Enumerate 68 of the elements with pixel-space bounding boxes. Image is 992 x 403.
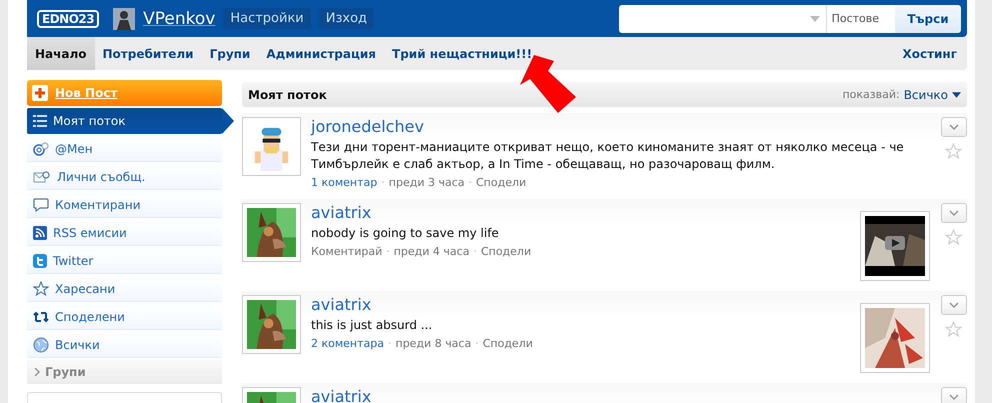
- user-avatar-icon: [113, 8, 136, 30]
- stream-title: Моят поток: [248, 88, 327, 102]
- action-link[interactable]: Коментирай: [311, 245, 382, 258]
- timestamp[interactable]: преди 4 часа: [394, 245, 470, 258]
- star-icon[interactable]: [945, 321, 962, 338]
- nav-tab[interactable]: Потребители: [94, 37, 202, 70]
- star-icon[interactable]: [945, 229, 962, 246]
- search-button[interactable]: Търси: [895, 4, 961, 32]
- header-link[interactable]: Настройки: [223, 8, 311, 29]
- speech-bubble-icon: [33, 198, 49, 212]
- username-link[interactable]: VPenkov: [143, 8, 216, 28]
- chevron-icon: [948, 124, 958, 130]
- groups-header[interactable]: Групи: [27, 360, 222, 384]
- author-link[interactable]: joronedelchev: [311, 117, 930, 136]
- post-text: nobody is going to save my life: [311, 225, 500, 242]
- separator-dot: ·: [386, 245, 390, 258]
- author-link[interactable]: aviatrix: [311, 203, 850, 222]
- nav-tab[interactable]: Начало: [27, 37, 95, 70]
- separator-dot: ·: [468, 176, 472, 189]
- globe-icon: [33, 336, 49, 352]
- thumbnail[interactable]: [860, 211, 930, 281]
- twitter-icon: [33, 254, 47, 268]
- mention-icon: [33, 142, 49, 156]
- timestamp[interactable]: преди 3 часа: [388, 176, 464, 189]
- chevron-icon: [948, 394, 958, 400]
- nav-tab[interactable]: Трий нещастници!!!: [384, 37, 540, 70]
- separator-dot: ·: [381, 176, 385, 189]
- avatar[interactable]: [242, 295, 301, 354]
- sidebar-item[interactable]: Моят поток: [27, 108, 222, 134]
- dropdown-button[interactable]: [940, 203, 966, 223]
- nav-link[interactable]: Хостинг: [902, 37, 957, 70]
- avatar[interactable]: [242, 117, 301, 176]
- rss-icon: [33, 226, 47, 240]
- plus-icon: [32, 85, 48, 101]
- nav-tab[interactable]: Групи: [202, 37, 258, 70]
- caret-icon: [810, 16, 820, 22]
- envelope-icon: [33, 170, 51, 184]
- separator-dot: ·: [475, 337, 479, 350]
- star-icon[interactable]: [945, 143, 962, 160]
- search-field[interactable]: [619, 4, 810, 32]
- dropdown-button[interactable]: [940, 295, 966, 315]
- filter-dropdown[interactable]: Всичко: [904, 88, 961, 102]
- dropdown-button[interactable]: [940, 117, 966, 137]
- filter-label: показвай:: [842, 88, 900, 101]
- comments-link[interactable]: 1 коментар: [311, 176, 378, 189]
- share-icon: [33, 310, 49, 322]
- action-link[interactable]: Сподели: [482, 337, 533, 350]
- star-icon: [33, 280, 49, 296]
- action-link[interactable]: Сподели: [476, 176, 526, 189]
- timestamp[interactable]: преди 8 часа: [396, 337, 472, 350]
- action-link[interactable]: Сподели: [480, 245, 532, 258]
- list-icon: [33, 114, 47, 126]
- post-text: this is just absurd ...: [311, 317, 434, 334]
- thumbnail[interactable]: [860, 303, 930, 373]
- avatar[interactable]: [242, 203, 301, 262]
- separator-dot: ·: [388, 337, 392, 350]
- caret-icon: [952, 92, 961, 98]
- comments-link[interactable]: 2 коментара: [311, 337, 384, 350]
- post-text: Тези дни торент-маниаците откриват нещо, което киноманите знаят от няколко месеца - че Тимбърлейк е слаб актьор, а In Time - обещаващ, но разочароващ филм.: [311, 139, 905, 173]
- logo[interactable]: EDNO23: [37, 10, 100, 28]
- nav-tab[interactable]: Администрация: [258, 37, 384, 70]
- chevron-icon: [948, 302, 958, 308]
- dropdown-button[interactable]: [940, 387, 966, 403]
- separator-dot: ·: [473, 245, 477, 258]
- chevron-icon: [948, 210, 958, 216]
- author-link[interactable]: aviatrix: [311, 295, 850, 314]
- scope-dropdown[interactable]: Постове: [826, 4, 895, 32]
- header-link[interactable]: Изход: [318, 8, 374, 29]
